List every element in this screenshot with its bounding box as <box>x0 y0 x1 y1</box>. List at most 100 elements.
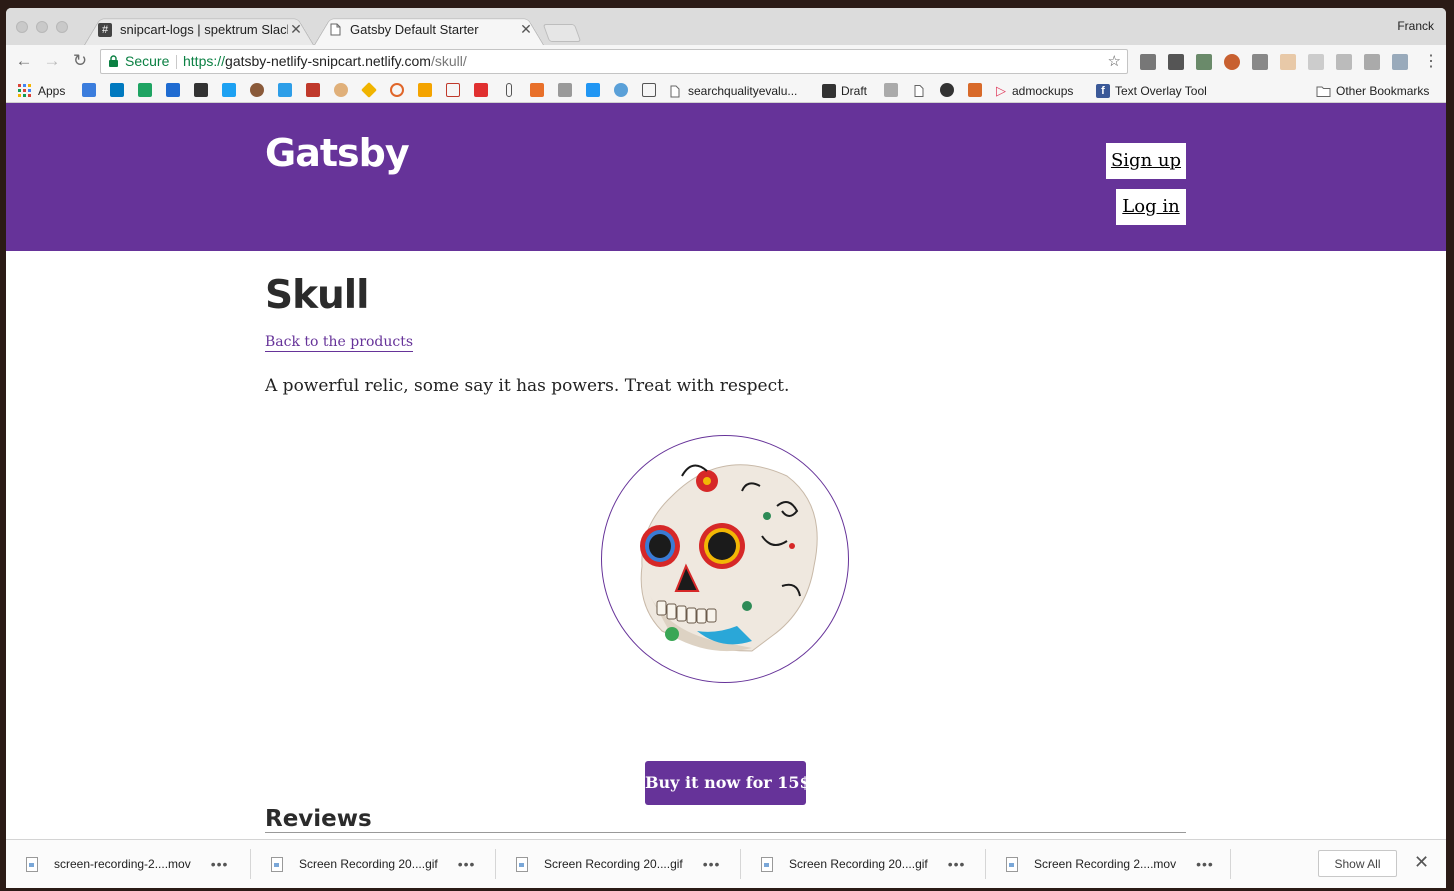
tab-slack[interactable]: # snipcart-logs | spektrum Slack ✕ <box>84 14 314 45</box>
page-icon <box>328 23 342 37</box>
diamond-icon[interactable] <box>361 82 377 98</box>
paperclip-icon[interactable] <box>506 83 512 97</box>
file-icon <box>516 856 528 872</box>
grammarly-extension-icon[interactable] <box>1196 54 1212 70</box>
avatar-icon[interactable] <box>884 83 898 97</box>
page-icon <box>670 85 680 97</box>
tab-strip: # snipcart-logs | spektrum Slack ✕ Gatsb… <box>6 8 1446 45</box>
divider <box>1230 849 1231 879</box>
ublock-extension-icon[interactable] <box>1224 54 1240 70</box>
face-icon[interactable] <box>334 83 348 97</box>
more-options-icon[interactable]: ••• <box>948 856 966 872</box>
close-icon[interactable]: ✕ <box>1414 852 1429 873</box>
stack-icon[interactable] <box>474 83 488 97</box>
bookmark-star-icon[interactable]: ☆ <box>1108 50 1121 73</box>
site-header: Gatsby Sign up Log in <box>6 103 1446 251</box>
menu-dots-icon[interactable]: ⋮ <box>1423 51 1439 71</box>
more-options-icon[interactable]: ••• <box>458 856 476 872</box>
reviews-heading: Reviews <box>265 806 372 832</box>
cloud-icon[interactable] <box>614 83 628 97</box>
folder-icon <box>1316 86 1331 97</box>
flask-icon[interactable] <box>968 83 982 97</box>
file-icon <box>26 856 38 872</box>
secure-label: Secure <box>125 53 170 69</box>
close-icon[interactable]: ✕ <box>518 21 534 38</box>
inbox-icon[interactable] <box>82 83 96 97</box>
url-text: https://gatsby-netlify-snipcart.netlify.… <box>183 53 467 69</box>
bookmarks-bar: Apps searchqualityevalu... Draft ▷ admoc… <box>6 78 1446 103</box>
slack-hash-icon: # <box>98 22 112 37</box>
extension-icon[interactable] <box>1336 54 1352 70</box>
other-bookmarks[interactable]: Other Bookmarks <box>1316 83 1429 99</box>
divider <box>250 849 251 879</box>
file-icon <box>1006 856 1018 872</box>
buffer-icon[interactable] <box>194 83 208 97</box>
apps-bookmark[interactable]: Apps <box>18 83 65 99</box>
reload-icon[interactable]: ↻ <box>70 51 90 71</box>
gmail-extension-icon[interactable] <box>1140 54 1156 70</box>
drive-icon[interactable] <box>138 83 152 97</box>
apps-grid-icon <box>18 84 31 97</box>
analytics-icon[interactable] <box>418 83 432 97</box>
more-options-icon[interactable]: ••• <box>211 856 229 872</box>
signup-button[interactable]: Sign up <box>1106 143 1186 179</box>
download-item[interactable]: screen-recording-2....mov ••• <box>26 840 228 888</box>
download-item[interactable]: Screen Recording 20....gif ••• <box>761 840 965 888</box>
profile-name[interactable]: Franck <box>1397 19 1434 33</box>
file-icon <box>271 856 283 872</box>
back-to-products-link[interactable]: Back to the products <box>265 334 414 352</box>
pocket-extension-icon[interactable] <box>1252 54 1268 70</box>
facebook-icon: f <box>1096 84 1110 98</box>
download-item[interactable]: Screen Recording 20....gif ••• <box>271 840 475 888</box>
extension-icon[interactable] <box>1308 54 1324 70</box>
bookmark-searchquality[interactable]: searchqualityevalu... <box>670 83 797 99</box>
mailbox-icon[interactable] <box>278 83 292 97</box>
tab-title: snipcart-logs | spektrum Slack <box>120 22 288 37</box>
close-icon[interactable]: ✕ <box>288 21 304 38</box>
play-icon: ▷ <box>996 83 1006 98</box>
draft-icon <box>822 84 836 98</box>
pocket-icon[interactable] <box>586 83 600 97</box>
more-options-icon[interactable]: ••• <box>703 856 721 872</box>
face-extension-icon[interactable] <box>1280 54 1296 70</box>
login-button[interactable]: Log in <box>1116 189 1186 225</box>
lock-icon <box>109 55 118 67</box>
bookmark-admockups[interactable]: ▷ admockups <box>996 83 1073 99</box>
bookmark-text-overlay[interactable]: f Text Overlay Tool <box>1096 83 1207 99</box>
twitter-icon[interactable] <box>222 83 236 97</box>
more-options-icon[interactable]: ••• <box>1196 856 1214 872</box>
tab-title: Gatsby Default Starter <box>350 22 479 37</box>
download-item[interactable]: Screen Recording 20....gif ••• <box>516 840 720 888</box>
bookmark-draft[interactable]: Draft <box>822 83 867 99</box>
download-item[interactable]: Screen Recording 2....mov ••• <box>1006 840 1214 888</box>
pen-icon[interactable] <box>306 83 320 97</box>
forward-arrow-icon[interactable]: → <box>42 51 62 71</box>
zoom-window-button[interactable] <box>56 21 68 33</box>
mailchimp-icon[interactable] <box>250 83 264 97</box>
buy-button[interactable]: Buy it now for 15$ <box>645 761 811 805</box>
close-window-button[interactable] <box>16 21 28 33</box>
text-t-icon[interactable] <box>446 83 460 97</box>
avatar-icon[interactable] <box>558 83 572 97</box>
download-shelf: screen-recording-2....mov ••• Screen Rec… <box>6 839 1446 888</box>
intercom-icon[interactable] <box>166 83 180 97</box>
extension-icon[interactable] <box>1364 54 1380 70</box>
buffer-extension-icon[interactable] <box>1168 54 1184 70</box>
extension-icon[interactable] <box>1392 54 1408 70</box>
back-arrow-icon[interactable]: ← <box>14 51 34 71</box>
divider <box>176 55 177 69</box>
minimize-window-button[interactable] <box>36 21 48 33</box>
hexagon-icon[interactable] <box>940 83 954 97</box>
site-brand[interactable]: Gatsby <box>265 131 410 175</box>
show-all-button[interactable]: Show All <box>1318 850 1397 877</box>
lock-icon[interactable] <box>642 83 656 97</box>
new-tab-button[interactable] <box>542 24 582 42</box>
circle-icon[interactable] <box>390 83 404 97</box>
divider <box>495 849 496 879</box>
address-bar[interactable]: Secure https://gatsby-netlify-snipcart.n… <box>100 49 1128 74</box>
page-icon[interactable] <box>914 83 924 99</box>
divider <box>265 832 1186 833</box>
trello-icon[interactable] <box>110 83 124 97</box>
tab-gatsby[interactable]: Gatsby Default Starter ✕ <box>314 14 544 45</box>
bird-icon[interactable] <box>530 83 544 97</box>
